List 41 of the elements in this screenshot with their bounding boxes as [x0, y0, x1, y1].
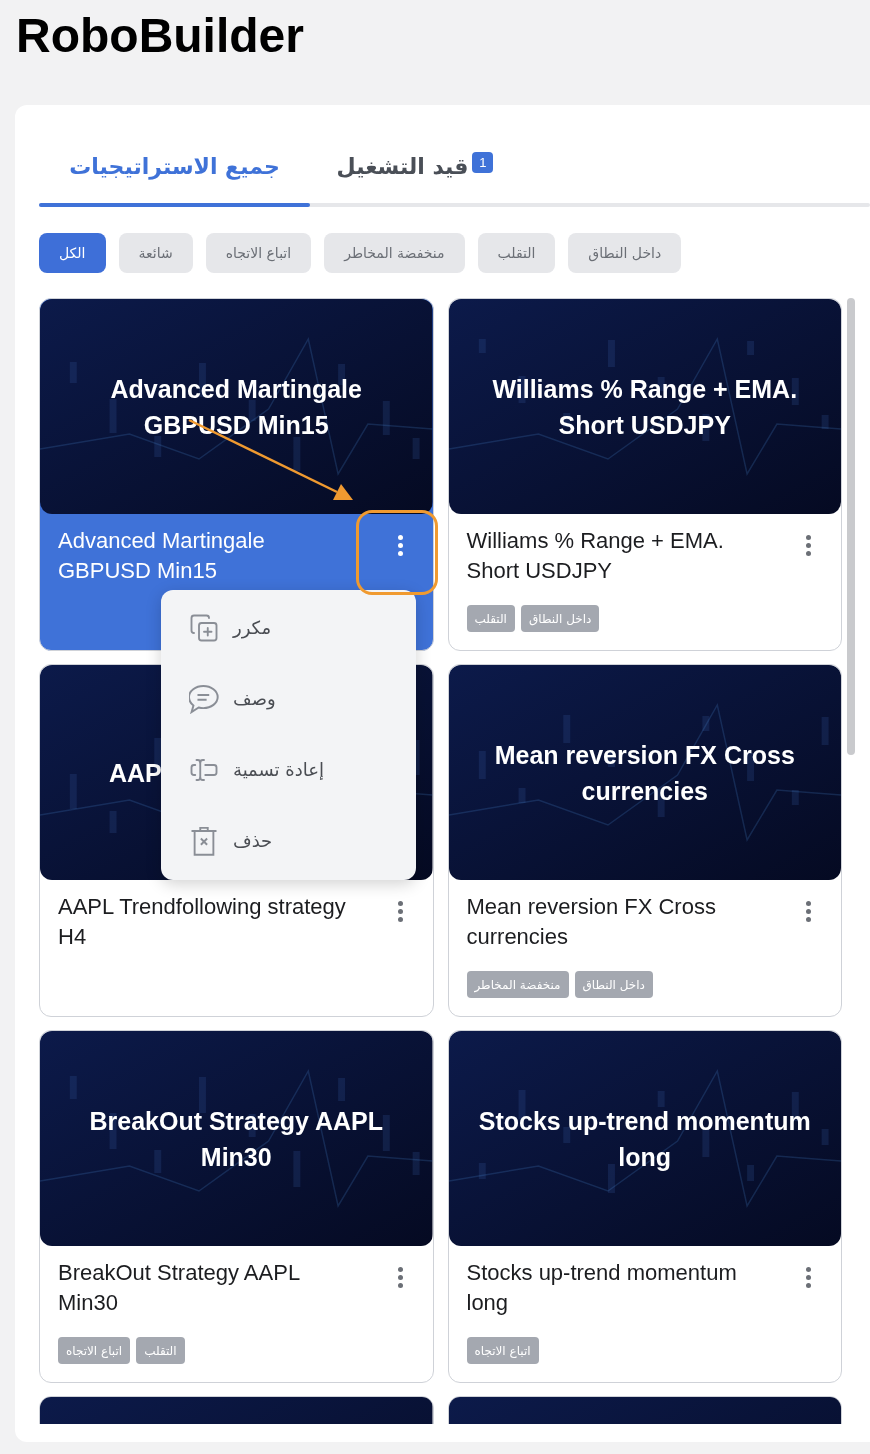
tab[interactable]: جميع الاستراتيجيات — [39, 130, 310, 203]
tag: داخل النطاق — [574, 971, 653, 998]
card-title: Advanced Martingale GBPUSD Min15 — [58, 527, 266, 585]
menu-item[interactable]: إعادة تسمية — [161, 734, 416, 805]
app-title: RoboBuilder — [16, 8, 304, 64]
menu-item[interactable]: حذف — [161, 805, 416, 876]
filter-chip[interactable]: منخفضة المخاطر — [324, 233, 465, 273]
card-title: Mean reversion FX Cross currencies — [466, 893, 717, 951]
card-title: Stocks up-trend momentum long — [466, 1259, 738, 1317]
more-icon — [806, 901, 811, 922]
card-image-title: Mean reversion FX Cross currencies — [493, 739, 796, 807]
card-image-title: BreakOut Strategy AAPL Min30 — [88, 1105, 385, 1173]
count-badge: 1 — [472, 152, 494, 173]
card-image-title: Williams % Range + EMA. Short USDJPY — [491, 373, 799, 441]
menu-item[interactable]: وصف — [161, 663, 416, 734]
scrollbar-thumb[interactable] — [847, 298, 855, 755]
speech-bubble-icon — [189, 683, 219, 714]
tag: منخفضة المخاطر — [466, 971, 569, 998]
duplicate-icon — [189, 612, 219, 643]
more-icon — [806, 535, 811, 556]
card-title: BreakOut Strategy AAPL Min30 — [58, 1259, 301, 1317]
card-image-title: AAP — [109, 757, 162, 789]
filter-chip[interactable]: الكل — [39, 233, 106, 273]
tag: داخل النطاق — [520, 605, 600, 632]
tag: التقلب — [466, 605, 515, 632]
filter-chip[interactable]: التقلب — [477, 233, 556, 273]
card-title: Williams % Range + EMA. Short USDJPY — [466, 527, 725, 585]
trash-icon — [189, 825, 219, 856]
tag: اتباع الاتجاه — [466, 1337, 539, 1364]
more-icon — [397, 535, 403, 556]
tag: التقلب — [136, 1337, 185, 1364]
filter-chip[interactable]: اتباع الاتجاه — [205, 233, 312, 273]
card-image-title: Stocks up-trend momentum long — [477, 1105, 812, 1173]
menu-item[interactable]: مكرر — [161, 592, 416, 663]
tag: اتباع الاتجاه — [58, 1337, 131, 1364]
more-icon — [806, 1267, 811, 1288]
filter-chip[interactable]: شائعة — [118, 233, 193, 273]
more-icon — [397, 901, 403, 922]
more-icon — [397, 1267, 403, 1288]
filter-chip[interactable]: داخل النطاق — [568, 233, 682, 273]
card-title: AAPL Trendfollowing strategy H4 — [58, 893, 347, 951]
